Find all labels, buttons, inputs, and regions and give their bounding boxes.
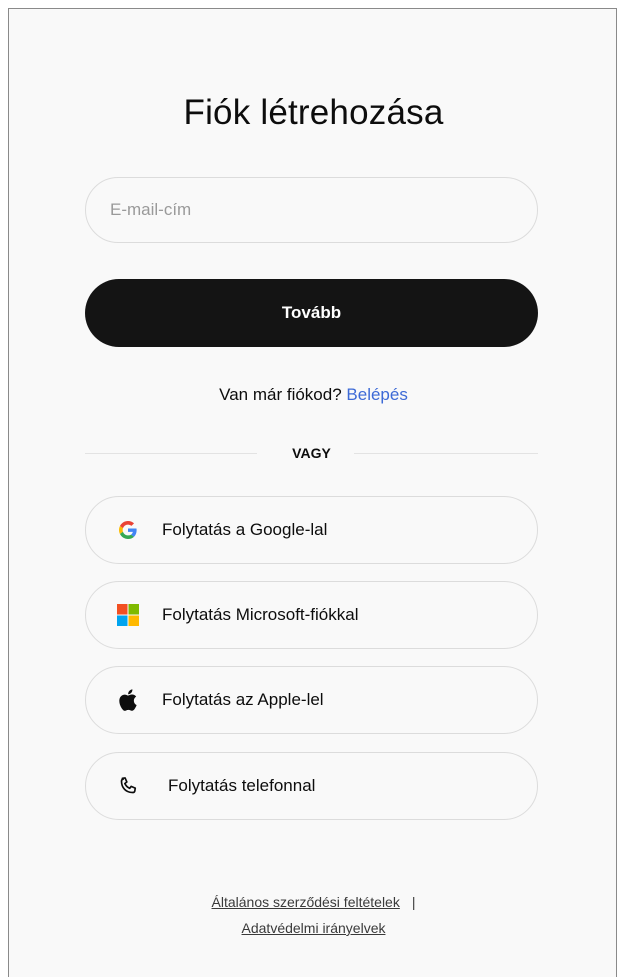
microsoft-icon [117, 604, 139, 626]
continue-with-apple-button[interactable]: Folytatás az Apple-lel [85, 666, 538, 734]
login-link[interactable]: Belépés [346, 385, 407, 404]
continue-with-microsoft-button[interactable]: Folytatás Microsoft-fiókkal [85, 581, 538, 649]
google-button-label: Folytatás a Google-lal [162, 520, 328, 539]
page-title: Fiók létrehozása [183, 93, 444, 132]
or-divider: VAGY [85, 443, 538, 463]
continue-button[interactable]: Tovább [85, 279, 538, 347]
continue-with-phone-button[interactable]: Folytatás telefonnal [85, 752, 538, 820]
footer-separator: | [411, 894, 416, 910]
privacy-link[interactable]: Adatvédelmi irányelvek [242, 920, 386, 936]
google-icon [117, 519, 139, 541]
apple-button-label: Folytatás az Apple-lel [162, 690, 324, 709]
login-prompt: Van már fiókod? Belépés [9, 384, 618, 406]
email-input[interactable] [85, 177, 538, 243]
continue-with-google-button[interactable]: Folytatás a Google-lal [85, 496, 538, 564]
microsoft-button-label: Folytatás Microsoft-fiókkal [162, 605, 359, 624]
login-prompt-text: Van már fiókod? [219, 385, 342, 404]
legal-footer: Általános szerződési feltételek | Adatvéd… [9, 889, 618, 941]
signup-panel: Fiók létrehozása Tovább Van már fiókod? … [8, 8, 617, 977]
terms-link[interactable]: Általános szerződési feltételek [212, 894, 400, 910]
phone-button-label: Folytatás telefonnal [168, 776, 316, 795]
divider-label: VAGY [292, 445, 331, 461]
phone-icon [117, 775, 139, 797]
apple-icon [117, 689, 139, 711]
